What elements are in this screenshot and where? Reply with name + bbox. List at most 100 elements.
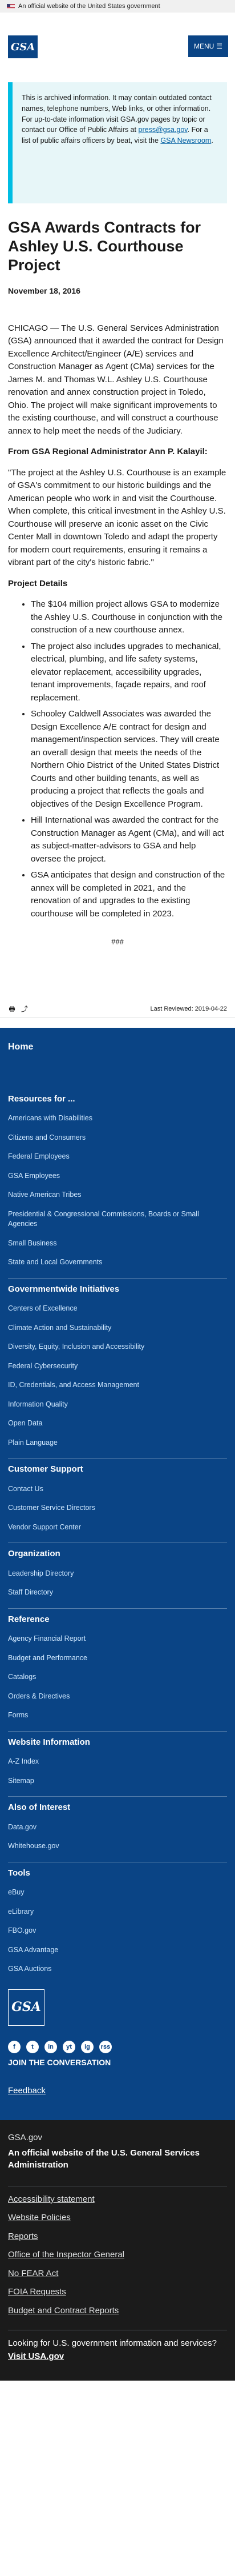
list-item: Hill International was awarded the contr… bbox=[31, 814, 227, 866]
site-identifier: GSA.gov An official website of the U.S. … bbox=[0, 2120, 235, 2381]
facebook-icon[interactable]: f bbox=[8, 2040, 21, 2053]
list-item: The $104 million project allows GSA to m… bbox=[31, 598, 227, 637]
footer-link[interactable]: Budget and Performance bbox=[8, 1654, 87, 1662]
footer-section-title: Tools bbox=[8, 1868, 30, 1878]
footer-link[interactable]: Information Quality bbox=[8, 1400, 68, 1408]
last-reviewed: Last Reviewed: 2019-04-22 bbox=[150, 1005, 227, 1013]
footer-link[interactable]: Data.gov bbox=[8, 1823, 37, 1831]
page-title: GSA Awards Contracts for Ashley U.S. Cou… bbox=[8, 219, 201, 274]
footer-link[interactable]: FBO.gov bbox=[8, 1926, 36, 1934]
footer-link[interactable]: Federal Cybersecurity bbox=[8, 1362, 78, 1370]
footer-section-title: Website Information bbox=[8, 1737, 90, 1747]
footer-link[interactable]: Centers of Excellence bbox=[8, 1304, 78, 1312]
share-icon[interactable]: ⤴ bbox=[21, 1005, 29, 1013]
gov-banner-text: An official website of the United States… bbox=[18, 2, 160, 10]
print-icon[interactable]: 🖶 bbox=[8, 1005, 16, 1013]
footer-gsa-logo[interactable]: GSA bbox=[8, 1989, 44, 2026]
us-flag-icon bbox=[7, 3, 15, 9]
list-item: The project also includes upgrades to me… bbox=[31, 640, 227, 705]
footer-section-organization: Organization Leadership Directory Staff … bbox=[8, 1543, 227, 1598]
identifier-link[interactable]: Accessibility statement bbox=[8, 2194, 95, 2204]
footer-link[interactable]: Plain Language bbox=[8, 1439, 58, 1447]
footer-link[interactable]: GSA Auctions bbox=[8, 1965, 51, 1973]
share-tools: 🖶 ⤴ bbox=[8, 1005, 29, 1013]
visit-usa-gov-link[interactable]: Visit USA.gov bbox=[8, 2350, 227, 2363]
footer-section-title: Organization bbox=[8, 1549, 60, 1559]
identifier-link[interactable]: Budget and Contract Reports bbox=[8, 2306, 119, 2315]
footer-link[interactable]: Open Data bbox=[8, 1419, 42, 1427]
footer-section-reference: Reference Agency Financial Report Budget… bbox=[8, 1608, 227, 1721]
press-email-link[interactable]: press@gsa.gov bbox=[139, 126, 188, 134]
article-body: CHICAGO — The U.S. General Services Admi… bbox=[8, 322, 227, 948]
footer-section-tools: Tools eBuy eLibrary FBO.gov GSA Advantag… bbox=[8, 1861, 227, 1974]
footer-link[interactable]: Vendor Support Center bbox=[8, 1523, 81, 1531]
footer-link[interactable]: Whitehouse.gov bbox=[8, 1842, 59, 1850]
gsa-logo[interactable]: GSA bbox=[8, 35, 38, 58]
footer-logo-area: GSA f t in yt ig rss JOIN THE CONVERSATI… bbox=[8, 1985, 227, 2109]
menu-button[interactable]: MENU ☰ bbox=[188, 35, 228, 57]
footer-link[interactable]: Presidential & Congressional Commissions… bbox=[8, 1210, 199, 1228]
newsroom-link[interactable]: GSA Newsroom bbox=[160, 137, 211, 145]
end-mark: ### bbox=[111, 938, 124, 947]
footer-link[interactable]: Diversity, Equity, Inclusion and Accessi… bbox=[8, 1343, 144, 1351]
footer-section-title: Resources for ... bbox=[8, 1093, 75, 1104]
footer-link[interactable]: State and Local Governments bbox=[8, 1258, 102, 1266]
identifier-agency: An official website of the U.S. General … bbox=[8, 2148, 200, 2170]
identifier-links: Accessibility statement Website Policies… bbox=[8, 2185, 227, 2318]
identifier-domain: GSA.gov bbox=[8, 2133, 43, 2143]
footer-home-link[interactable]: Home bbox=[8, 1040, 227, 1054]
list-item: GSA anticipates that design and construc… bbox=[31, 869, 227, 920]
quote-heading: From GSA Regional Administrator Ann P. K… bbox=[8, 447, 208, 457]
footer-link[interactable]: Agency Financial Report bbox=[8, 1634, 86, 1642]
footer-link[interactable]: Climate Action and Sustainability bbox=[8, 1324, 111, 1332]
list-item: Schooley Caldwell Associates was awarded… bbox=[31, 708, 227, 811]
quote-text: "The project at the Ashley U.S. Courthou… bbox=[8, 467, 226, 568]
details-heading: Project Details bbox=[8, 578, 68, 588]
identifier-link[interactable]: Reports bbox=[8, 2232, 38, 2241]
footer-section-website-info: Website Information A-Z Index Sitemap bbox=[8, 1730, 227, 1786]
footer-link[interactable]: Federal Employees bbox=[8, 1152, 70, 1160]
twitter-icon[interactable]: t bbox=[26, 2040, 39, 2053]
footer-link[interactable]: Native American Tribes bbox=[8, 1191, 82, 1199]
social-links: f t in yt ig rss bbox=[8, 2040, 227, 2053]
rss-icon[interactable]: rss bbox=[99, 2040, 112, 2053]
instagram-icon[interactable]: ig bbox=[81, 2040, 94, 2053]
footer-link[interactable]: eBuy bbox=[8, 1888, 25, 1896]
linkedin-icon[interactable]: in bbox=[44, 2040, 57, 2053]
footer-link[interactable]: Small Business bbox=[8, 1239, 56, 1247]
footer-link[interactable]: Forms bbox=[8, 1711, 28, 1719]
article: GSA Awards Contracts for Ashley U.S. Cou… bbox=[0, 203, 235, 948]
footer-link[interactable]: ID, Credentials, and Access Management bbox=[8, 1381, 139, 1389]
identifier-link[interactable]: Office of the Inspector General bbox=[8, 2250, 124, 2259]
footer-link[interactable]: Orders & Directives bbox=[8, 1692, 70, 1700]
page-meta: 🖶 ⤴ Last Reviewed: 2019-04-22 bbox=[0, 1001, 235, 1017]
footer-link[interactable]: Americans with Disabilities bbox=[8, 1114, 92, 1122]
footer-section-resources: Resources for ... Americans with Disabil… bbox=[8, 1088, 227, 1268]
details-list: The $104 million project allows GSA to m… bbox=[8, 598, 227, 920]
footer-link[interactable]: Leadership Directory bbox=[8, 1569, 74, 1577]
footer-section-title: Also of Interest bbox=[8, 1802, 71, 1813]
feedback-link[interactable]: Feedback bbox=[8, 2085, 46, 2098]
article-paragraph: CHICAGO — The U.S. General Services Admi… bbox=[8, 323, 224, 436]
footer-link[interactable]: Sitemap bbox=[8, 1777, 34, 1785]
footer-link[interactable]: Customer Service Directors bbox=[8, 1504, 95, 1512]
footer-section-initiatives: Governmentwide Initiatives Centers of Ex… bbox=[8, 1277, 227, 1448]
menu-icon: ☰ bbox=[216, 42, 223, 50]
youtube-icon[interactable]: yt bbox=[63, 2040, 75, 2053]
identifier-link[interactable]: Website Policies bbox=[8, 2213, 71, 2222]
footer-nav: Home Resources for ... Americans with Di… bbox=[0, 1027, 235, 2121]
footer-link[interactable]: Contact Us bbox=[8, 1485, 43, 1493]
footer-link[interactable]: GSA Advantage bbox=[8, 1946, 58, 1954]
identifier-link[interactable]: No FEAR Act bbox=[8, 2269, 58, 2278]
menu-label: MENU bbox=[193, 42, 214, 50]
archive-notice: This is archived information. It may con… bbox=[8, 82, 227, 203]
footer-link[interactable]: Staff Directory bbox=[8, 1588, 53, 1596]
article-date: November 18, 2016 bbox=[8, 286, 80, 295]
footer-link[interactable]: Catalogs bbox=[8, 1673, 36, 1681]
footer-link[interactable]: eLibrary bbox=[8, 1908, 34, 1916]
identifier-link[interactable]: FOIA Requests bbox=[8, 2287, 66, 2297]
footer-link[interactable]: GSA Employees bbox=[8, 1172, 60, 1180]
footer-link[interactable]: Citizens and Consumers bbox=[8, 1133, 86, 1141]
footer-link[interactable]: A-Z Index bbox=[8, 1757, 39, 1765]
join-conversation-label: JOIN THE CONVERSATION bbox=[8, 2057, 111, 2067]
